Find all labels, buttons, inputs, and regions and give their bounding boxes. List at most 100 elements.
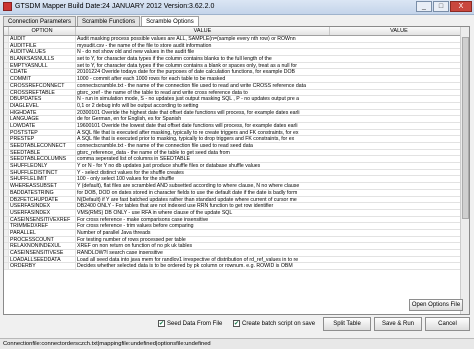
value-cell[interactable]: Decides whether selected data is to be o…	[76, 263, 469, 270]
checkbox-seed-data[interactable]: ✔	[158, 320, 165, 327]
table-row[interactable]: LOWDATE 19600101 Overide the lowest date …	[4, 122, 469, 130]
option-cell[interactable]: PRESTEP	[9, 136, 76, 142]
option-cell[interactable]: USERFASINDEX	[9, 209, 76, 216]
table-row[interactable]: SEEDTABLECOLUMNS comma seperated list of …	[4, 156, 469, 164]
table-row[interactable]: CDATE 20101224 Overide todays date for th…	[4, 69, 469, 77]
table-row[interactable]: ORDERBY Decides whether selected data is …	[4, 263, 469, 271]
option-cell[interactable]: CASEINSENSITIVEXREF	[9, 216, 76, 223]
value-cell[interactable]: 1000 - commit after each 1000 rows for e…	[76, 76, 469, 82]
option-cell[interactable]: PROCESSCOUNT	[9, 236, 76, 243]
seed-data-from-file-checkbox[interactable]: ✔ Seed Data From File	[158, 320, 222, 327]
scrollbar-thumb[interactable]	[462, 37, 469, 219]
checkbox-create-batch[interactable]: ✔	[233, 320, 240, 327]
option-cell[interactable]: COMMIT	[9, 76, 76, 82]
table-row[interactable]: AUDITVALUES N - do not show old and new v…	[4, 49, 469, 57]
open-options-file-button[interactable]: Open Options File	[409, 299, 463, 311]
value-cell[interactable]: VMS(RMS) DB ONLY - use RFA in where clau…	[76, 209, 469, 216]
save-run-button[interactable]: Save & Run	[374, 317, 422, 331]
value-cell[interactable]: 20300101 Overide the highest date that o…	[76, 109, 469, 116]
table-row[interactable]: BADDATESTRING for DOB, DOD on dates store…	[4, 189, 469, 197]
table-row[interactable]: DB2FETCHUPDATE N(Default) if Y are fast b…	[4, 196, 469, 204]
table-row[interactable]: PROCESSCOUNT For testing number of rows p…	[4, 236, 469, 244]
tab-connection-parameters[interactable]: Connection Parameters	[3, 16, 77, 26]
value-cell[interactable]: connectscramble.txt - the name of the co…	[76, 143, 469, 149]
option-cell[interactable]: TRIMMEDXREF	[9, 223, 76, 229]
option-cell[interactable]: CASEINSENSITIVESE	[9, 250, 76, 256]
option-cell[interactable]: AUDITFILE	[9, 42, 76, 49]
close-button[interactable]: X	[450, 1, 472, 12]
table-row[interactable]: CROSSREFCONNECT connectscramble.txt - the…	[4, 82, 469, 90]
value-cell[interactable]: Load all seed data into java mem for ran…	[76, 256, 469, 263]
table-row[interactable]: TRIMMEDXREF For cross reference - trim va…	[4, 223, 469, 230]
table-row[interactable]: EMPTYASNULL set to Y, for character data …	[4, 62, 469, 70]
value-cell[interactable]: for DOB, DOD on dates stored in characte…	[76, 189, 469, 196]
table-row[interactable]: USERFASINDEX DB2400 ONLY - For tables tha…	[4, 203, 469, 210]
option-cell[interactable]: CROSSREFCONNECT	[9, 82, 76, 89]
create-batch-script-checkbox[interactable]: ✔ Create batch script on save	[233, 320, 315, 327]
option-cell[interactable]: SEEDTABLECOLUMNS	[9, 156, 76, 163]
option-cell[interactable]: BLANKSASNULLS	[9, 56, 76, 62]
option-cell[interactable]: RELAXNONINDEXUL	[9, 243, 76, 249]
table-row[interactable]: CASEINSENSITIVEXREF For cross reference -…	[4, 216, 469, 224]
value-cell[interactable]: For testing number of rows processed per…	[76, 236, 469, 243]
table-row[interactable]: CASEINSENSITIVESE RANDLOW?I search case i…	[4, 250, 469, 257]
option-cell[interactable]: SEEDTABLECONNECT	[9, 143, 76, 149]
value-cell[interactable]: RANDLOW?I search case insensitive	[76, 250, 469, 256]
value-cell[interactable]: N(Default) if Y are fast batched updates…	[76, 196, 469, 203]
value-cell[interactable]: set to Y, for character data types if th…	[76, 56, 469, 62]
option-cell[interactable]: LANGUAGE	[9, 116, 76, 122]
value-cell[interactable]: A SQL file that is executed prior to mas…	[76, 136, 469, 142]
option-cell[interactable]: DBUPDATES	[9, 96, 76, 102]
value-cell[interactable]: A SQL file that is executed after maskin…	[76, 129, 469, 136]
cancel-button[interactable]: Cancel	[425, 317, 470, 331]
table-row[interactable]: AUDIT Audit masking process possible valu…	[4, 36, 469, 43]
table-row[interactable]: WHEREASSUBSET Y (default), flat files are…	[4, 183, 469, 190]
option-cell[interactable]: POSTSTEP	[9, 129, 76, 136]
value-cell[interactable]: Number of parallel Java threads	[76, 229, 469, 236]
option-cell[interactable]: SHUFFLEDISTINCT	[9, 169, 76, 176]
value-cell[interactable]: Y (default), flat files are scrambled AN…	[76, 183, 469, 189]
table-row[interactable]: SEEDTABLECONNECT connectscramble.txt - th…	[4, 143, 469, 150]
option-cell[interactable]: CROSSREFTABLE	[9, 89, 76, 96]
option-cell[interactable]: PARALLEL	[9, 229, 76, 236]
value-cell[interactable]: gtsrc_reference_data - the name of the t…	[76, 149, 469, 156]
option-cell[interactable]: AUDITVALUES	[9, 49, 76, 56]
value-cell[interactable]: XREF on non return on function of no pk …	[76, 243, 469, 249]
table-row[interactable]: DIAGLEVEL 0,1 or 2 debug info will be out…	[4, 102, 469, 110]
option-cell[interactable]: WHEREASSUBSET	[9, 183, 76, 189]
table-row[interactable]: CROSSREFTABLE gtsrc_xref - the name of th…	[4, 89, 469, 97]
table-row[interactable]: DBUPDATES N - run in simulation mode, S -…	[4, 96, 469, 103]
table-row[interactable]: AUDITFILE mysudit.csv - the name of the f…	[4, 42, 469, 50]
table-row[interactable]: POSTSTEP A SQL file that is executed afte…	[4, 129, 469, 137]
maximize-button[interactable]: □	[433, 1, 449, 12]
option-cell[interactable]: DIAGLEVEL	[9, 102, 76, 109]
option-cell[interactable]: HIGHDATE	[9, 109, 76, 116]
table-row[interactable]: HIGHDATE 20300101 Overide the highest dat…	[4, 109, 469, 117]
column-header-value[interactable]: VALUE	[76, 27, 330, 35]
value-cell[interactable]: Y - select distinct values for the shuff…	[76, 169, 469, 176]
tab-scramble-functions[interactable]: Scramble Functions	[77, 16, 141, 26]
value-cell[interactable]: For cross reference - trim values before…	[76, 223, 469, 229]
table-row[interactable]: LANGUAGE de for German, en for English, e…	[4, 116, 469, 123]
value-cell[interactable]: DB2400 ONLY - For tables that are not in…	[76, 203, 469, 209]
option-cell[interactable]: EMPTYASNULL	[9, 62, 76, 69]
minimize-button[interactable]: _	[416, 1, 432, 12]
table-row[interactable]: SHUFFLEDISTINCT Y - select distinct value…	[4, 169, 469, 177]
table-row[interactable]: BLANKSASNULLS set to Y, for character dat…	[4, 56, 469, 63]
value-cell[interactable]: For cross reference - make comparisons c…	[76, 216, 469, 223]
table-row[interactable]: COMMIT 1000 - commit after each 1000 rows…	[4, 76, 469, 83]
option-cell[interactable]: BADDATESTRING	[9, 189, 76, 196]
value-cell[interactable]: comma seperated list of columns in SEEDT…	[76, 156, 469, 163]
table-row[interactable]: LOADALLSEEDDATA Load all seed data into j…	[4, 256, 469, 264]
value-cell[interactable]: set to Y, for character data types if th…	[76, 62, 469, 69]
option-cell[interactable]: CDATE	[9, 69, 76, 76]
value-cell[interactable]: N - run in simulation mode, S - no updat…	[76, 96, 469, 102]
tab-scramble-options[interactable]: Scramble Options	[141, 16, 199, 26]
option-cell[interactable]: USERFASINDEX	[9, 203, 76, 209]
option-cell[interactable]: ORDERBY	[9, 263, 76, 270]
table-row[interactable]: USERFASINDEX VMS(RMS) DB ONLY - use RFA i…	[4, 209, 469, 217]
value-cell[interactable]: 19600101 Overide the lowest date that of…	[76, 122, 469, 129]
split-table-button[interactable]: Split Table	[323, 317, 371, 331]
option-cell[interactable]: DB2FETCHUPDATE	[9, 196, 76, 203]
value-cell[interactable]: Y or N - for Y no db updates just produc…	[76, 163, 469, 169]
